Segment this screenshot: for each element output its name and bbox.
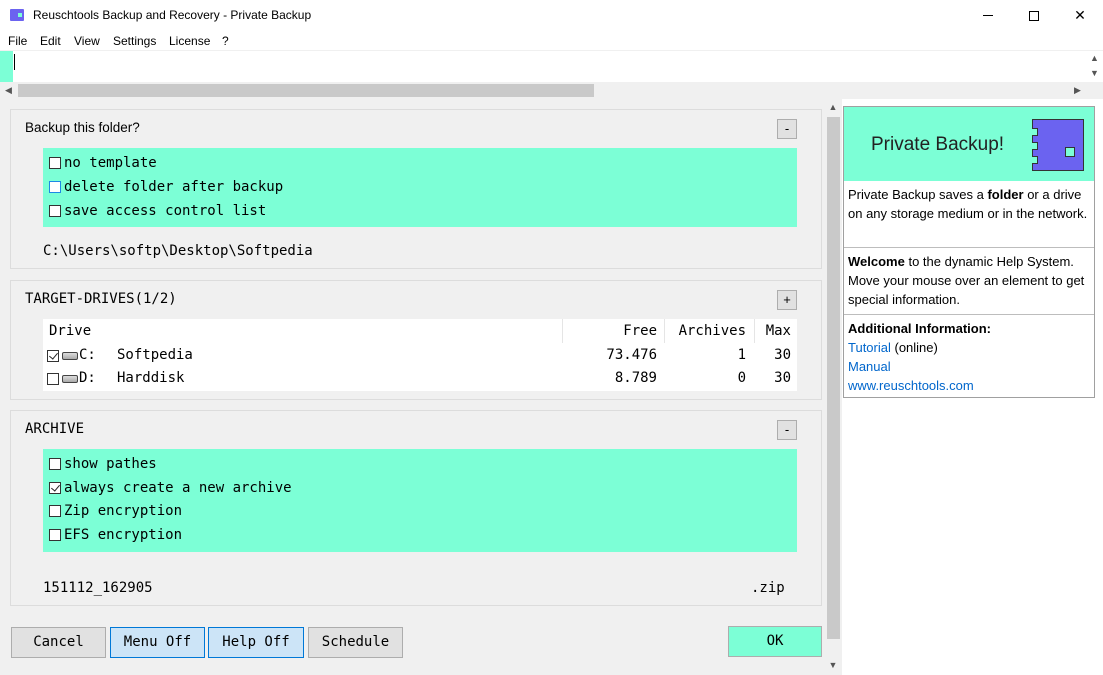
backup-folder-panel: Backup this folder? - no template delete… — [10, 109, 822, 269]
option-zip-encryption[interactable]: Zip encryption — [49, 501, 182, 521]
drives-table: Drive Free Archives Max C: Softpedia 73.… — [43, 319, 797, 391]
scroll-left-icon[interactable]: ◀ — [0, 82, 17, 99]
scroll-down-icon[interactable]: ▼ — [1086, 66, 1103, 81]
scroll-down-icon[interactable]: ▼ — [824, 657, 842, 674]
private-backup-logo-icon — [1032, 119, 1084, 171]
text-caret — [14, 54, 15, 70]
website-link[interactable]: www.reuschtools.com — [848, 378, 974, 393]
schedule-button[interactable]: Schedule — [308, 627, 403, 658]
column-header-max[interactable]: Max — [755, 319, 791, 343]
option-efs-encryption[interactable]: EFS encryption — [49, 525, 182, 545]
collapse-folder-button[interactable]: - — [777, 119, 797, 139]
checkbox[interactable] — [49, 181, 61, 193]
option-show-pathes[interactable]: show pathes — [49, 454, 157, 474]
archive-filename[interactable]: 151112_162905 — [43, 580, 153, 596]
manual-link[interactable]: Manual — [848, 359, 891, 374]
scroll-right-icon[interactable]: ▶ — [1069, 82, 1086, 99]
horizontal-scrollbar[interactable]: ◀ ▶ — [0, 82, 1103, 99]
help-title: Private Backup! — [871, 134, 1005, 155]
menu-off-button[interactable]: Menu Off — [110, 627, 205, 658]
minimize-button[interactable] — [965, 0, 1011, 31]
ok-button[interactable]: OK — [728, 626, 822, 657]
checkbox[interactable] — [49, 529, 61, 541]
checkbox[interactable] — [47, 349, 59, 362]
close-icon: ✕ — [1074, 7, 1086, 23]
option-no-template[interactable]: no template — [49, 153, 157, 173]
main-area: Backup this folder? - no template delete… — [0, 99, 842, 675]
drive-icon — [62, 374, 78, 383]
option-delete-folder[interactable]: delete folder after backup — [49, 177, 283, 197]
expand-drives-button[interactable]: + — [777, 290, 797, 310]
window-title: Reuschtools Backup and Recovery - Privat… — [33, 8, 312, 22]
drive-free: 73.476 — [606, 347, 657, 363]
help-additional: Additional Information: Tutorial (online… — [844, 314, 1094, 395]
archive-panel: ARCHIVE - show pathes always create a ne… — [10, 410, 822, 606]
collapse-archive-button[interactable]: - — [777, 420, 797, 440]
folder-path[interactable]: C:\Users\softp\Desktop\Softpedia — [43, 243, 313, 259]
help-header: Private Backup! — [844, 107, 1094, 181]
horizontal-scroll-thumb[interactable] — [18, 84, 594, 97]
input-accent — [0, 51, 13, 82]
title-bar: Reuschtools Backup and Recovery - Privat… — [0, 0, 1103, 31]
help-panel: Private Backup! Private Backup saves a f… — [843, 106, 1095, 398]
menu-file[interactable]: File — [8, 34, 27, 48]
menu-edit[interactable]: Edit — [40, 34, 61, 48]
menu-bar: File Edit View Settings License ? — [0, 31, 1103, 50]
column-header-archives[interactable]: Archives — [665, 319, 746, 343]
checkbox[interactable] — [49, 482, 61, 494]
menu-settings[interactable]: Settings — [113, 34, 156, 48]
app-icon — [10, 9, 24, 21]
menu-view[interactable]: View — [74, 34, 100, 48]
menu-help[interactable]: ? — [222, 34, 229, 48]
scroll-up-icon[interactable]: ▲ — [1086, 51, 1103, 66]
maximize-button[interactable] — [1011, 0, 1057, 31]
panel-title: ARCHIVE — [25, 421, 85, 437]
drive-max: 30 — [774, 370, 791, 386]
checkbox[interactable] — [49, 458, 61, 470]
minimize-icon — [983, 15, 993, 16]
drive-free: 8.789 — [614, 370, 657, 386]
drive-name: Harddisk — [117, 370, 185, 386]
checkbox[interactable] — [49, 157, 61, 169]
drive-max: 30 — [774, 347, 791, 363]
tutorial-link[interactable]: Tutorial — [848, 340, 891, 355]
option-save-acl[interactable]: save access control list — [49, 201, 266, 221]
table-row[interactable]: C: — [47, 344, 96, 367]
target-drives-panel: TARGET-DRIVES(1/2) + Drive Free Archives… — [10, 280, 822, 400]
column-header-drive[interactable]: Drive — [49, 319, 91, 343]
panel-title: Backup this folder? — [25, 120, 140, 135]
command-input-row: ▲ ▼ — [0, 50, 1103, 82]
archive-extension[interactable]: .zip — [751, 580, 785, 596]
help-welcome: Welcome to the dynamic Help System. Move… — [844, 247, 1094, 309]
folder-options: no template delete folder after backup s… — [43, 148, 797, 227]
option-new-archive[interactable]: always create a new archive — [49, 478, 292, 498]
drive-archives: 0 — [737, 370, 746, 386]
panel-title: TARGET-DRIVES(1/2) — [25, 291, 177, 307]
menu-license[interactable]: License — [169, 34, 210, 48]
drive-name: Softpedia — [117, 347, 193, 363]
column-header-free[interactable]: Free — [563, 319, 657, 343]
checkbox[interactable] — [49, 505, 61, 517]
vertical-scroll-thumb[interactable] — [827, 117, 840, 639]
archive-options: show pathes always create a new archive … — [43, 449, 797, 552]
cancel-button[interactable]: Cancel — [11, 627, 106, 658]
scroll-up-icon[interactable]: ▲ — [824, 99, 842, 116]
close-button[interactable]: ✕ — [1057, 0, 1103, 31]
drive-icon — [62, 351, 78, 360]
drive-archives: 1 — [737, 347, 746, 363]
checkbox[interactable] — [49, 205, 61, 217]
help-intro: Private Backup saves a folder or a drive… — [848, 187, 1088, 221]
table-row[interactable]: D: — [47, 367, 96, 390]
vertical-scrollbar[interactable]: ▲ ▼ — [824, 99, 842, 675]
input-scrollbar[interactable]: ▲ ▼ — [1086, 51, 1103, 82]
checkbox[interactable] — [47, 372, 59, 385]
help-off-button[interactable]: Help Off — [208, 627, 304, 658]
maximize-icon — [1029, 10, 1039, 21]
command-input[interactable] — [14, 51, 1086, 82]
